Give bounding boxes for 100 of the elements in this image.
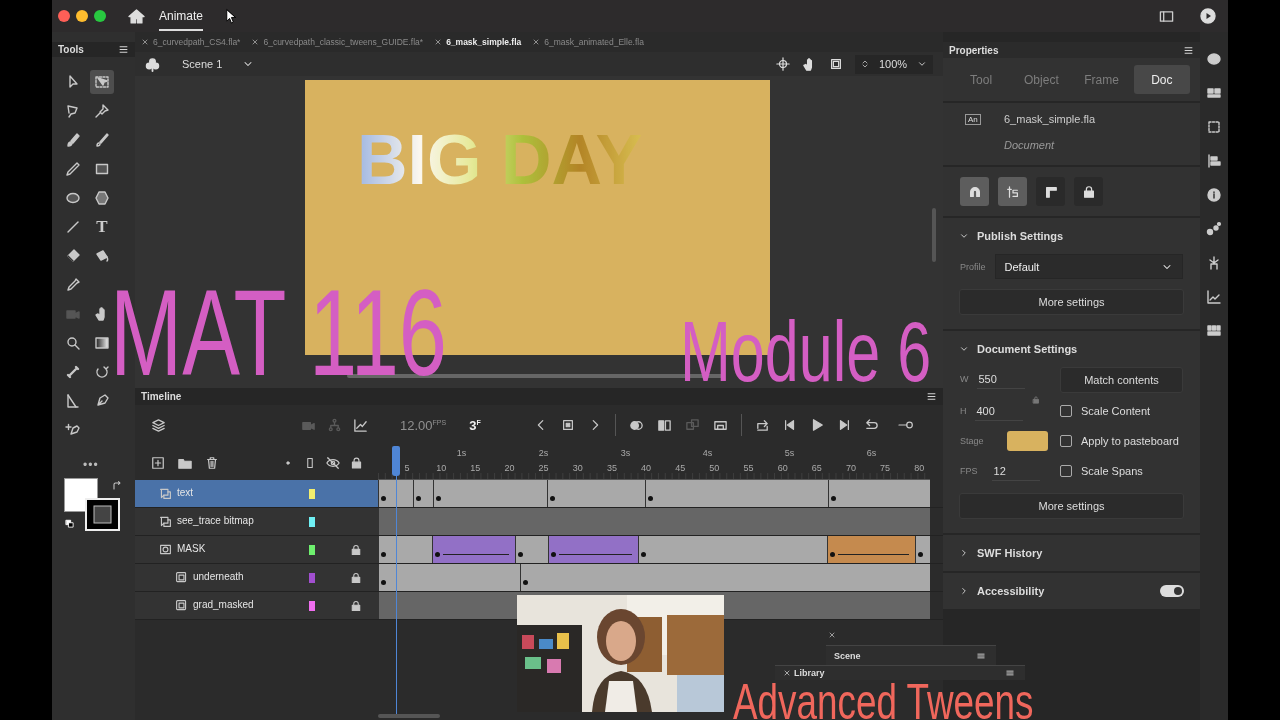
panel-layout-icon[interactable]	[1159, 8, 1174, 24]
playhead[interactable]	[392, 446, 400, 716]
close-icon	[434, 38, 443, 46]
mask-icon	[159, 543, 172, 556]
frame-number: 25	[538, 463, 549, 473]
chart-icon[interactable]	[1206, 289, 1222, 305]
floating-panel[interactable]: Library	[775, 665, 1025, 680]
lock-icon[interactable]	[350, 572, 362, 584]
align-icon[interactable]	[1206, 153, 1222, 169]
height-field[interactable]: 400	[974, 401, 1023, 421]
pen-icon	[94, 393, 110, 409]
checkbox[interactable]	[1060, 405, 1072, 417]
section-title[interactable]: Accessibility	[977, 585, 1045, 597]
lock-icon[interactable]	[350, 544, 362, 556]
home-icon[interactable]	[128, 7, 145, 25]
zoom-field[interactable]: 100%	[855, 54, 933, 74]
lock-icon[interactable]	[350, 455, 363, 470]
crop-frame-icon[interactable]	[829, 57, 843, 71]
current-frame-field[interactable]: 3$^{F}$	[469, 417, 481, 433]
layers-icon[interactable]	[151, 417, 166, 433]
layer-row[interactable]: see_trace bitmap	[135, 508, 378, 535]
info-icon[interactable]	[1206, 187, 1222, 203]
tool-button[interactable]	[90, 70, 114, 94]
layer-row[interactable]: underneath	[135, 564, 378, 591]
onion-outline-icon[interactable]	[656, 417, 672, 433]
menu-icon[interactable]	[1183, 44, 1194, 56]
section-title[interactable]: Publish Settings	[977, 230, 1064, 242]
transform-grid-icon[interactable]	[1206, 119, 1222, 135]
document-tab[interactable]: 6_mask_simple.fla	[434, 37, 522, 47]
section-title[interactable]: SWF History	[977, 547, 1043, 559]
close-icon[interactable]	[783, 669, 791, 677]
document-tab[interactable]: 6_mask_animated_Elle.fla	[532, 37, 644, 47]
trash-icon[interactable]	[205, 455, 219, 470]
toggle-button[interactable]	[1074, 177, 1103, 206]
layer-row[interactable]: MASK	[135, 536, 378, 563]
checkbox[interactable]	[1060, 465, 1072, 477]
more-settings-button[interactable]: More settings	[959, 493, 1184, 519]
checkbox[interactable]	[1060, 435, 1072, 447]
checkbox-option[interactable]: Scale Content	[1060, 399, 1183, 423]
swap-arrow-icon[interactable]	[111, 480, 123, 492]
close-icon[interactable]	[828, 631, 836, 639]
default-colors-icon[interactable]	[65, 519, 75, 529]
fps-field[interactable]: 12	[991, 461, 1040, 481]
lock-icon[interactable]	[350, 600, 362, 612]
width-field[interactable]: 550	[976, 369, 1025, 389]
toggle-button[interactable]	[960, 177, 989, 206]
loop-icon[interactable]	[754, 417, 770, 433]
frame-rate-field[interactable]: 12.00$^{FPS}$	[400, 417, 447, 433]
chevron-right-icon[interactable]	[959, 586, 969, 596]
scrollbar[interactable]	[932, 208, 936, 262]
field-label: H	[960, 406, 967, 416]
layer-name: text	[177, 487, 194, 498]
profile-dropdown[interactable]: Default	[994, 254, 1183, 279]
scene-dropdown[interactable]: Scene 1	[182, 58, 255, 70]
document-tab[interactable]: 6_curvedpath_classic_tweens_GUIDE.fla*	[251, 37, 424, 47]
chevron-down-icon[interactable]	[959, 231, 969, 241]
match-contents-button[interactable]: Match contents	[1060, 367, 1183, 393]
color-swatches-drawing[interactable]	[64, 478, 120, 531]
chevron-right-icon[interactable]	[959, 548, 969, 558]
properties-tab[interactable]: Doc	[1133, 65, 1190, 94]
chevron-down-icon[interactable]	[959, 344, 969, 354]
layer-row[interactable]: grad_masked	[135, 592, 378, 619]
menu-icon[interactable]	[926, 391, 937, 402]
swatches-icon[interactable]	[1206, 85, 1222, 101]
outline-icon[interactable]	[304, 455, 316, 470]
buttons-icon[interactable]	[1206, 323, 1222, 339]
frame-number: 70	[845, 463, 856, 473]
step-back-icon[interactable]	[782, 418, 797, 432]
scrollbar[interactable]	[378, 714, 440, 718]
checkbox-label: Scale Content	[1081, 405, 1151, 417]
layer-row[interactable]: text	[135, 480, 378, 507]
more-settings-button[interactable]: More settings	[959, 289, 1184, 315]
keyframe-icon[interactable]	[560, 418, 575, 432]
frame-number: 40	[641, 463, 652, 473]
document-tab[interactable]: 6_curvedpath_CS4.fla*	[141, 37, 241, 47]
dots-icon[interactable]	[1206, 221, 1222, 237]
layer-name: grad_masked	[193, 599, 254, 610]
hidden-eye-icon[interactable]	[325, 455, 341, 470]
more-tools-button[interactable]: •••	[83, 458, 135, 472]
toggle-button[interactable]	[998, 177, 1027, 206]
checkbox-option[interactable]: Scale Spans	[1060, 459, 1183, 483]
add-layer-icon[interactable]	[151, 455, 165, 470]
play-circle-icon[interactable]	[1200, 8, 1216, 24]
toggle-button[interactable]	[1036, 177, 1065, 206]
ruler-label: 1s	[456, 448, 467, 458]
club-icon[interactable]	[145, 56, 160, 72]
frame-number: 20	[504, 463, 515, 473]
menu-icon[interactable]	[118, 44, 129, 55]
minimize-button[interactable]	[76, 10, 88, 22]
section-title[interactable]: Document Settings	[977, 343, 1078, 355]
crosshair-icon[interactable]	[776, 57, 790, 71]
stage-color-swatch[interactable]	[1006, 431, 1048, 451]
close-icon	[141, 38, 149, 46]
close-button[interactable]	[58, 10, 70, 22]
toggle-switch[interactable]	[1160, 585, 1184, 597]
graph-icon[interactable]	[353, 417, 368, 433]
checkbox-option[interactable]: Apply to pasteboard	[1060, 429, 1183, 453]
zoom-button[interactable]	[94, 10, 106, 22]
tool-button[interactable]: T	[90, 215, 114, 239]
field-label: FPS	[960, 466, 978, 476]
